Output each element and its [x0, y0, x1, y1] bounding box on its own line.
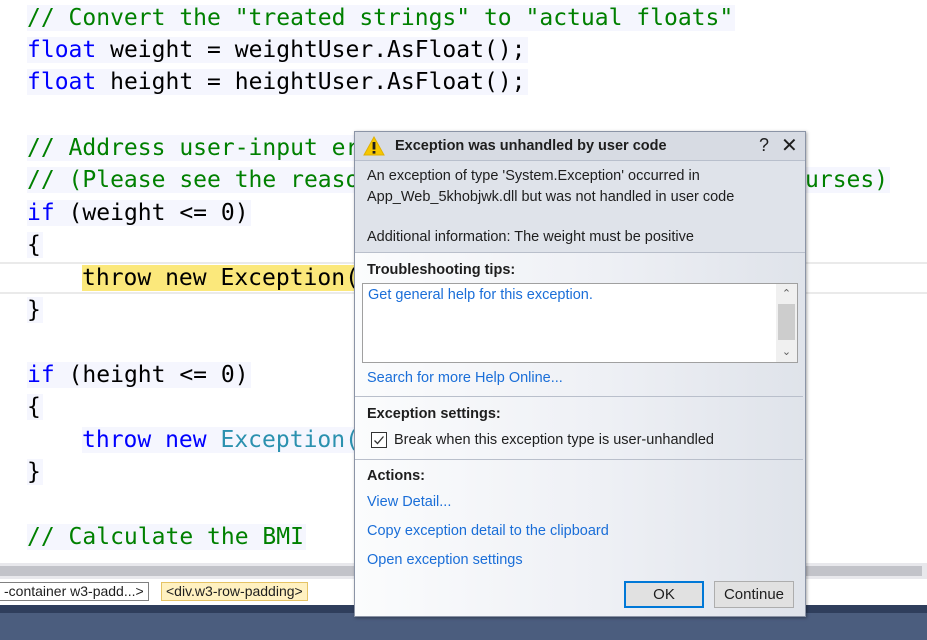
code-line-overflow: urses) [805, 164, 891, 196]
code-line: float height = heightUser.AsFloat(); [27, 66, 528, 98]
chevron-down-icon[interactable]: ⌄ [776, 343, 797, 361]
code-line: // (Please see the reaso [27, 164, 362, 196]
code-token: // (Please see the reaso [27, 167, 360, 193]
search-help-online-link[interactable]: Search for more Help Online... [367, 370, 563, 386]
status-bar [0, 613, 927, 640]
exception-dialog: Exception was unhandled by user code ? ✕… [354, 131, 806, 617]
code-token: Exception( [220, 427, 359, 453]
code-token: (weight <= 0) [54, 200, 249, 226]
code-line: // Convert the "treated strings" to "act… [27, 2, 736, 34]
code-line: { [27, 229, 43, 261]
general-help-link[interactable]: Get general help for this exception. [368, 287, 593, 303]
code-token: // Address user-input er [27, 135, 360, 161]
ok-button[interactable]: OK [624, 581, 704, 608]
code-token: height = heightUser.AsFloat(); [96, 69, 526, 95]
checkmark-icon [374, 436, 384, 445]
code-token: urses) [805, 167, 889, 193]
code-token: (height <= 0) [54, 362, 249, 388]
code-line: if (weight <= 0) [27, 197, 251, 229]
code-token: } [27, 297, 41, 323]
checkbox-label[interactable]: Break when this exception type is user-u… [394, 432, 714, 448]
code-line: } [27, 456, 43, 488]
break-on-unhandled-checkbox[interactable] [371, 432, 387, 448]
code-token: // Convert the "treated strings" to "act… [27, 5, 734, 31]
warning-triangle-icon [363, 135, 385, 156]
code-token: float [27, 37, 97, 63]
code-token: if [27, 200, 55, 226]
code-line: { [27, 391, 43, 423]
troubleshooting-list: Get general help for this exception. ⌃ ⌄ [362, 283, 798, 363]
code-token: float [27, 69, 97, 95]
code-token: throw new Exception( [82, 265, 359, 291]
copy-exception-detail-link[interactable]: Copy exception detail to the clipboard [367, 523, 609, 539]
code-token: throw new [82, 427, 221, 453]
troubleshooting-scrollbar[interactable]: ⌃ ⌄ [776, 284, 797, 362]
code-token: { [27, 232, 41, 258]
code-token: { [27, 394, 41, 420]
breadcrumb-item[interactable]: -container w3-padd...> [0, 582, 149, 601]
troubleshooting-title: Troubleshooting tips: [367, 262, 516, 278]
scrollbar-thumb[interactable] [778, 304, 795, 340]
exception-message-line: App_Web_5khobjwk.dll but was not handled… [367, 189, 735, 205]
code-line: if (height <= 0) [27, 359, 251, 391]
chevron-up-icon[interactable]: ⌃ [776, 285, 797, 303]
code-line: // Address user-input er [27, 132, 362, 164]
code-line: } [27, 294, 43, 326]
code-token: } [27, 459, 41, 485]
current-statement: throw new Exception( [82, 262, 359, 294]
code-line: float weight = weightUser.AsFloat(); [27, 34, 528, 66]
dialog-title: Exception was unhandled by user code [395, 138, 667, 154]
breadcrumb-item-current[interactable]: <div.w3-row-padding> [161, 582, 308, 601]
code-line: throw new Exception( [82, 424, 361, 456]
exception-message-line: An exception of type 'System.Exception' … [367, 168, 700, 184]
close-button[interactable]: ✕ [781, 133, 798, 158]
view-detail-link[interactable]: View Detail... [367, 494, 451, 510]
exception-message: An exception of type 'System.Exception' … [355, 161, 805, 253]
code-token: weight = weightUser.AsFloat(); [96, 37, 526, 63]
continue-button[interactable]: Continue [714, 581, 794, 608]
open-exception-settings-link[interactable]: Open exception settings [367, 552, 523, 568]
divider [355, 459, 803, 460]
divider [355, 396, 803, 397]
help-button[interactable]: ? [759, 135, 769, 156]
dialog-header: Exception was unhandled by user code ? ✕ [355, 132, 805, 161]
actions-title: Actions: [367, 468, 425, 484]
code-token: // Calculate the BMI [27, 524, 304, 550]
code-line: // Calculate the BMI [27, 521, 306, 553]
exception-settings-title: Exception settings: [367, 406, 501, 422]
additional-information: Additional information: The weight must … [367, 229, 694, 245]
code-token: if [27, 362, 55, 388]
